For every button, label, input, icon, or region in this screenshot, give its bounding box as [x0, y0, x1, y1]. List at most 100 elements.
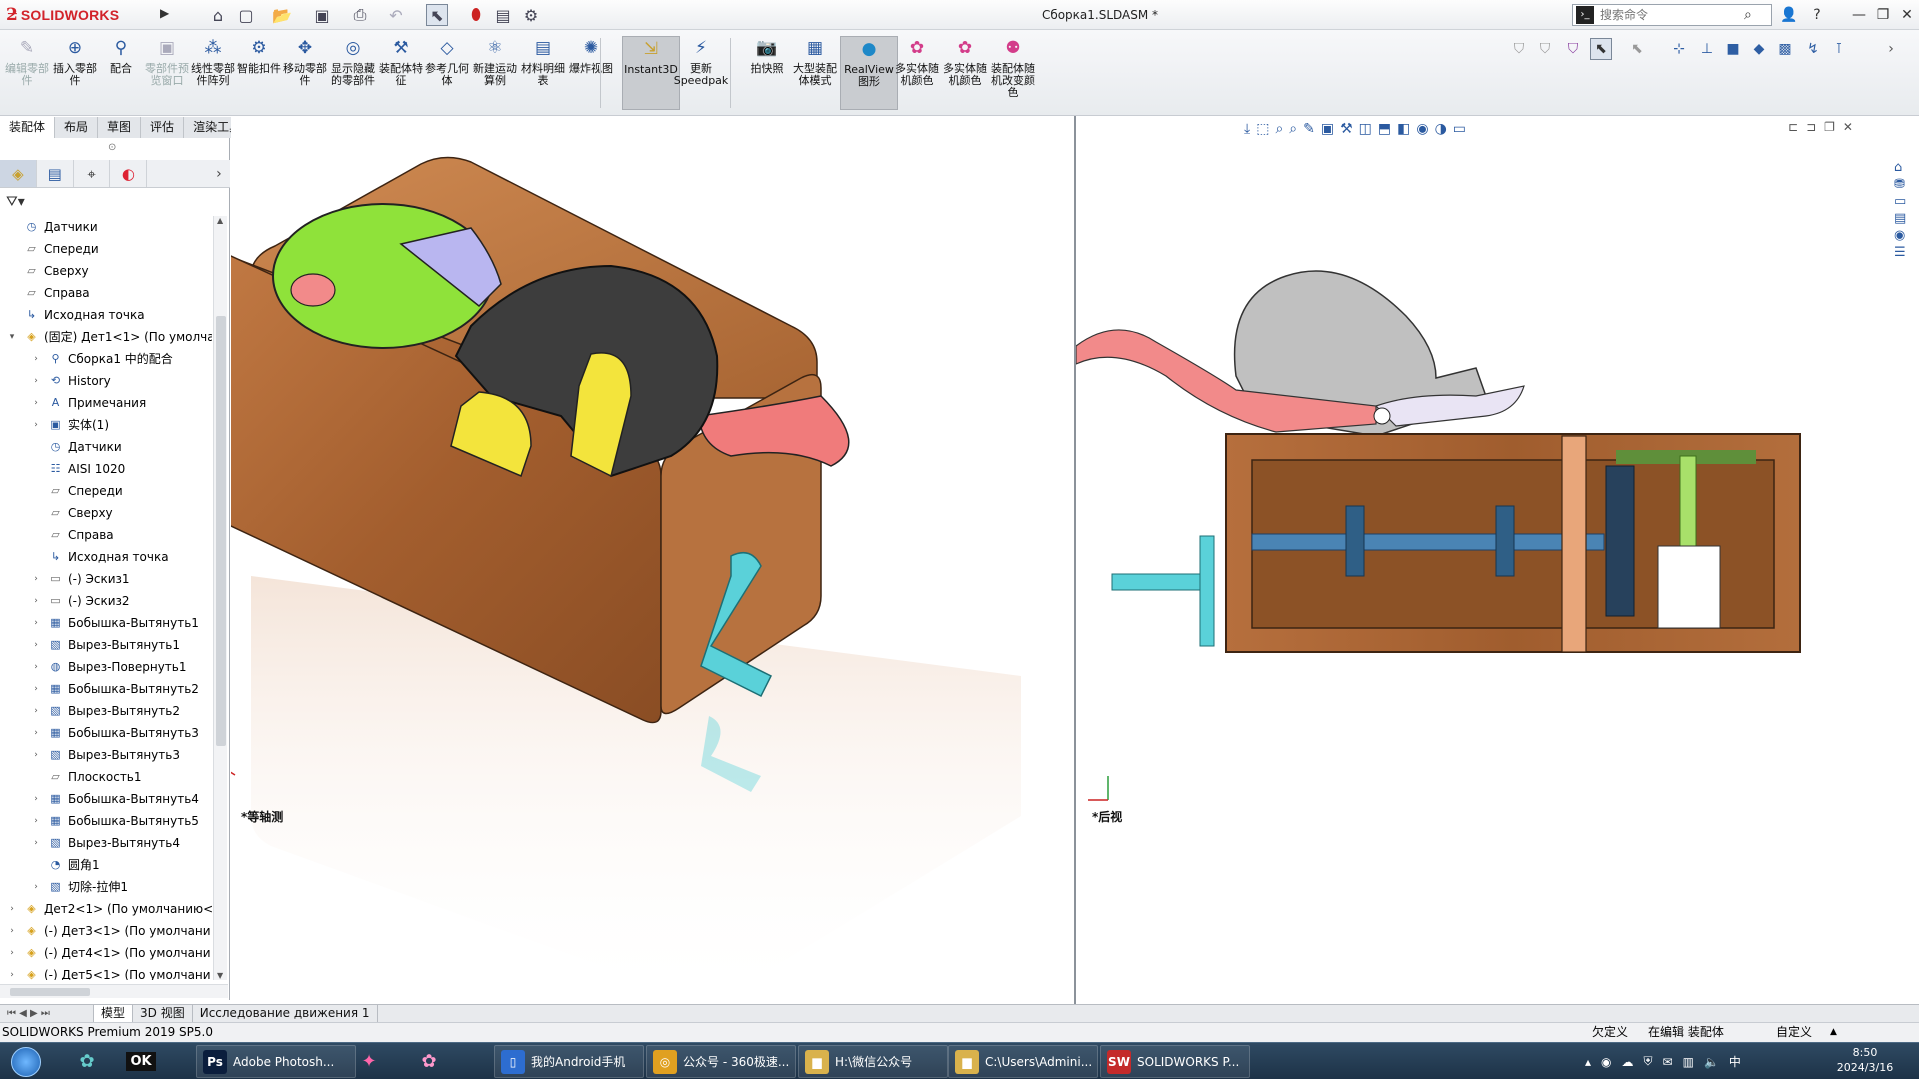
filter-annotations-icon[interactable]: ↯: [1802, 38, 1824, 60]
new-doc-icon[interactable]: ▢: [234, 4, 258, 26]
tree-node[interactable]: ◷ Датчики: [0, 216, 212, 238]
grip-icon[interactable]: ⊙: [108, 142, 116, 153]
cmd-show-hidden-button[interactable]: ◎ 显示隐藏的零部件: [330, 36, 376, 110]
cmd-bom-button[interactable]: ▤ 材料明细表: [520, 36, 566, 110]
cmd-realview-button[interactable]: ● RealView图形: [840, 36, 898, 110]
options-icon[interactable]: ⚙: [520, 4, 542, 26]
tree-filter-icon[interactable]: ⛛▾: [6, 194, 25, 210]
isometric-viewport[interactable]: *等轴测: [231, 116, 1074, 1004]
tree-node[interactable]: › ▧ Вырез-Вытянуть3: [0, 744, 212, 766]
file-props-icon[interactable]: ▤: [494, 4, 512, 26]
monitor-icon[interactable]: ▭: [1453, 121, 1466, 137]
cmd-edit-component-button[interactable]: ✎ 编辑零部件: [4, 36, 50, 110]
tree-node[interactable]: ▱ Сверху: [0, 502, 212, 524]
tab-nav-arrows[interactable]: ⏮ ◀ ▶ ⏭: [0, 1005, 94, 1022]
expand-icon[interactable]: ›: [6, 920, 18, 942]
tree-node[interactable]: › ▦ Бобышка-Вытянуть3: [0, 722, 212, 744]
scroll-down-icon[interactable]: ▼: [217, 971, 223, 980]
start-button[interactable]: [0, 1045, 52, 1078]
cmd-exploded-view-button[interactable]: ✺ 爆炸视图: [568, 36, 614, 110]
tree-node[interactable]: › ▧ Вырез-Вытянуть1: [0, 634, 212, 656]
tree-node[interactable]: › ▦ Бобышка-Вытянуть5: [0, 810, 212, 832]
expand-icon[interactable]: ›: [30, 568, 42, 590]
cmd-smart-fasteners-button[interactable]: ⚙ 智能扣件: [236, 36, 282, 110]
tree-node[interactable]: › ◈ (-) Дет3<1> (По умолчани: [0, 920, 212, 942]
tab-3[interactable]: 评估: [141, 117, 185, 138]
chevron-right-icon[interactable]: ›: [208, 160, 230, 187]
appearance-manager-icon[interactable]: ◐: [110, 160, 148, 187]
tile-right-icon[interactable]: ⊐: [1806, 120, 1816, 134]
filter-icon[interactable]: ⛉: [1508, 38, 1530, 60]
tree-node[interactable]: ▱ Справа: [0, 282, 212, 304]
tray-wechat-icon[interactable]: ✉: [1663, 1055, 1673, 1069]
taskpane-custom-props-icon[interactable]: ☰: [1894, 245, 1916, 260]
cmd-linear-pattern-button[interactable]: ⁂ 线性零部件阵列: [190, 36, 236, 110]
tree-node[interactable]: ◷ Датчики: [0, 436, 212, 458]
units-dropdown-icon[interactable]: ▲: [1830, 1023, 1837, 1042]
taskpane-home-icon[interactable]: ⌂: [1894, 160, 1916, 175]
filter-faces-icon[interactable]: ⛉: [1562, 38, 1584, 60]
tray-app-icon[interactable]: ◉: [1601, 1055, 1611, 1069]
cmd-assembly-color-button[interactable]: ⚉ 装配体随机改变颜色: [990, 36, 1036, 110]
expand-icon[interactable]: ›: [30, 810, 42, 832]
taskbar-clock[interactable]: 8:50 2024/3/16: [1830, 1045, 1900, 1075]
feature-manager-icon[interactable]: ◈: [0, 160, 37, 187]
tree-node[interactable]: ☷ AISI 1020: [0, 458, 212, 480]
search-box[interactable]: ›_ ⌕: [1572, 4, 1772, 26]
expand-icon[interactable]: ›: [30, 414, 42, 436]
search-icon[interactable]: ⌕: [1744, 7, 1752, 23]
expand-icon[interactable]: ›: [30, 392, 42, 414]
tree-node[interactable]: › ▭ (-) Эскиз2: [0, 590, 212, 612]
tab-3d-views[interactable]: 3D 视图: [133, 1005, 193, 1022]
filter-sketch-icon[interactable]: ⊺: [1828, 38, 1850, 60]
horizontal-scrollbar[interactable]: [0, 984, 228, 998]
hscroll-thumb[interactable]: [10, 988, 90, 996]
tab-motion-study[interactable]: Исследование движения 1: [193, 1005, 378, 1022]
tree-node[interactable]: › ▭ (-) Эскиз1: [0, 568, 212, 590]
cmd-reference-geometry-button[interactable]: ◇ 参考几何体: [424, 36, 470, 110]
tree-node[interactable]: › ⟲ History: [0, 370, 212, 392]
zoom-to-fit-icon[interactable]: ⤓: [1244, 121, 1250, 137]
expand-icon[interactable]: ›: [30, 370, 42, 392]
tree-node[interactable]: ▱ Сверху: [0, 260, 212, 282]
expand-icon[interactable]: ›: [30, 722, 42, 744]
tree-node[interactable]: › ▣ 实体(1): [0, 414, 212, 436]
cmd-mate-button[interactable]: ⚲ 配合: [98, 36, 144, 110]
menu-expand-icon[interactable]: ▶: [160, 6, 174, 24]
filter-surfaces-icon[interactable]: ◆: [1748, 38, 1770, 60]
tab-0[interactable]: 装配体: [0, 117, 56, 138]
user-icon[interactable]: 👤: [1778, 4, 1800, 26]
tree-node[interactable]: › ▦ Бобышка-Вытянуть2: [0, 678, 212, 700]
cmd-instant3d-button[interactable]: ⇲ Instant3D: [622, 36, 680, 110]
status-units[interactable]: 自定义: [1776, 1023, 1812, 1042]
tree-node[interactable]: › ◈ Дет2<1> (По умолчанию<: [0, 898, 212, 920]
tree-node[interactable]: › ▧ 切除-拉伸1: [0, 876, 212, 898]
filter-parts-icon[interactable]: ▩: [1774, 38, 1796, 60]
tree-node[interactable]: › ▦ Бобышка-Вытянуть4: [0, 788, 212, 810]
tab-1[interactable]: 布局: [55, 117, 99, 138]
configuration-manager-icon[interactable]: ⌖: [74, 160, 111, 187]
collapse-icon[interactable]: ▾: [6, 326, 18, 348]
tree-node[interactable]: › ▧ Вырез-Вытянуть4: [0, 832, 212, 854]
expand-icon[interactable]: ›: [30, 876, 42, 898]
tree-node[interactable]: ▱ Справа: [0, 524, 212, 546]
tab-model[interactable]: 模型: [94, 1005, 134, 1022]
tree-node[interactable]: › ◈ (-) Дет4<1> (По умолчани: [0, 942, 212, 964]
filter-toggle-icon[interactable]: ⛉: [1534, 38, 1556, 60]
clear-filters-icon[interactable]: ⬉: [1626, 38, 1648, 60]
close-icon[interactable]: ✕: [1896, 4, 1918, 26]
tray-volume-icon[interactable]: 🔈: [1704, 1055, 1719, 1069]
cmd-snapshot-button[interactable]: 📷 拍快照: [744, 36, 790, 110]
taskpane-explorer-icon[interactable]: ▤: [1894, 211, 1916, 226]
filter-faces2-icon[interactable]: ■: [1722, 38, 1744, 60]
taskpane-resources-icon[interactable]: ⛃: [1894, 177, 1916, 192]
tree-scrollbar[interactable]: ▲ ▼: [213, 216, 227, 980]
tray-ime-icon[interactable]: 中: [1729, 1053, 1741, 1070]
tray-security-icon[interactable]: ⛨: [1644, 1054, 1653, 1069]
tile-left-icon[interactable]: ⊏: [1788, 120, 1798, 134]
expand-icon[interactable]: ›: [30, 612, 42, 634]
cmd-large-assembly-button[interactable]: ▦ 大型装配体模式: [792, 36, 838, 110]
tree-node[interactable]: ▾ ◈ (固定) Дет1<1> (По умолча: [0, 326, 212, 348]
apply-scene-icon[interactable]: ◧: [1397, 121, 1410, 137]
expand-icon[interactable]: ›: [30, 788, 42, 810]
